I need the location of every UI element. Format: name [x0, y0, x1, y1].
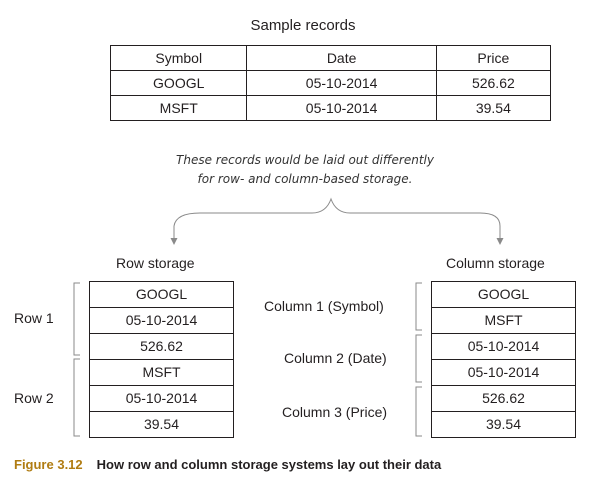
curly-brace [173, 197, 501, 227]
column-storage-cell: 05-10-2014 [431, 334, 576, 360]
row-storage-heading: Row storage [116, 255, 195, 271]
row-2-label: Row 2 [14, 390, 54, 406]
arrow-right-head [496, 238, 504, 245]
column-2-bracket [415, 334, 422, 383]
column-3-bracket [415, 386, 422, 437]
column-1-label: Column 1 (Symbol) [264, 298, 384, 314]
column-storage-heading: Column storage [446, 255, 545, 271]
column-3-label: Column 3 (Price) [282, 404, 388, 420]
row-storage-cell: 39.54 [89, 412, 234, 438]
row-storage-cell: MSFT [89, 360, 234, 386]
figure-number: Figure 3.12 [14, 457, 83, 472]
column-storage-cell: 526.62 [431, 386, 576, 412]
column-2-label: Column 2 (Date) [284, 350, 387, 366]
column-storage-cell: MSFT [431, 308, 576, 334]
row-storage-cell: 05-10-2014 [89, 386, 234, 412]
column-storage-cell: 05-10-2014 [431, 360, 576, 386]
row-1-bracket [73, 282, 80, 356]
figure-caption: Figure 3.12 How row and column storage sy… [14, 457, 441, 472]
row-2-bracket [73, 358, 80, 437]
row-storage-cell: 05-10-2014 [89, 308, 234, 334]
column-storage-cell: GOOGL [431, 281, 576, 308]
figure-caption-text: How row and column storage systems lay o… [96, 457, 442, 472]
row-storage-cell: GOOGL [89, 281, 234, 308]
row-storage-cell: 526.62 [89, 334, 234, 360]
column-storage-stack: GOOGL MSFT 05-10-2014 05-10-2014 526.62 … [431, 281, 576, 438]
row-1-label: Row 1 [14, 310, 54, 326]
column-1-bracket [415, 282, 422, 331]
arrow-left-head [170, 238, 178, 245]
column-storage-cell: 39.54 [431, 412, 576, 438]
row-storage-stack: GOOGL 05-10-2014 526.62 MSFT 05-10-2014 … [89, 281, 234, 438]
